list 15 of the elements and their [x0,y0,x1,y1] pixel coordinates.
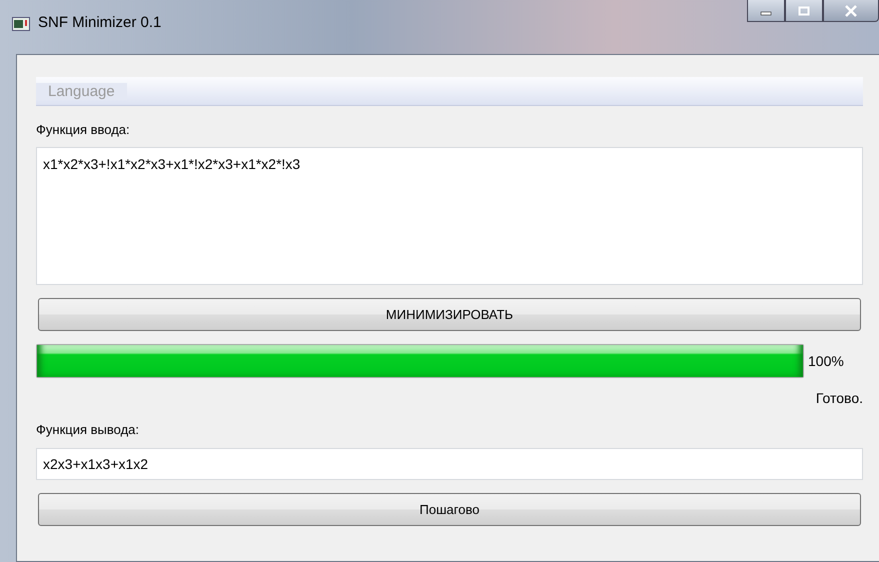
close-icon [844,4,858,16]
maximize-icon [798,6,810,16]
close-button[interactable] [823,0,879,22]
window-title: SNF Minimizer 0.1 [38,14,162,31]
minimize-button[interactable] [747,0,785,22]
maximize-button[interactable] [785,0,823,22]
step-button[interactable]: Пошагово [38,493,861,526]
progress-reading: 100% [808,353,844,369]
app-icon [12,17,30,31]
output-label: Функция вывода: [36,422,140,437]
output-field[interactable]: x2x3+x1x3+x1x2 [36,448,863,480]
minimize-button[interactable]: МИНИМИЗИРОВАТЬ [38,298,861,331]
status-text: Готово. [816,390,863,406]
input-field[interactable]: x1*x2*x3+!x1*x2*x3+x1*!x2*x3+x1*x2*!x3 [36,147,863,285]
input-label: Функция ввода: [36,122,131,137]
